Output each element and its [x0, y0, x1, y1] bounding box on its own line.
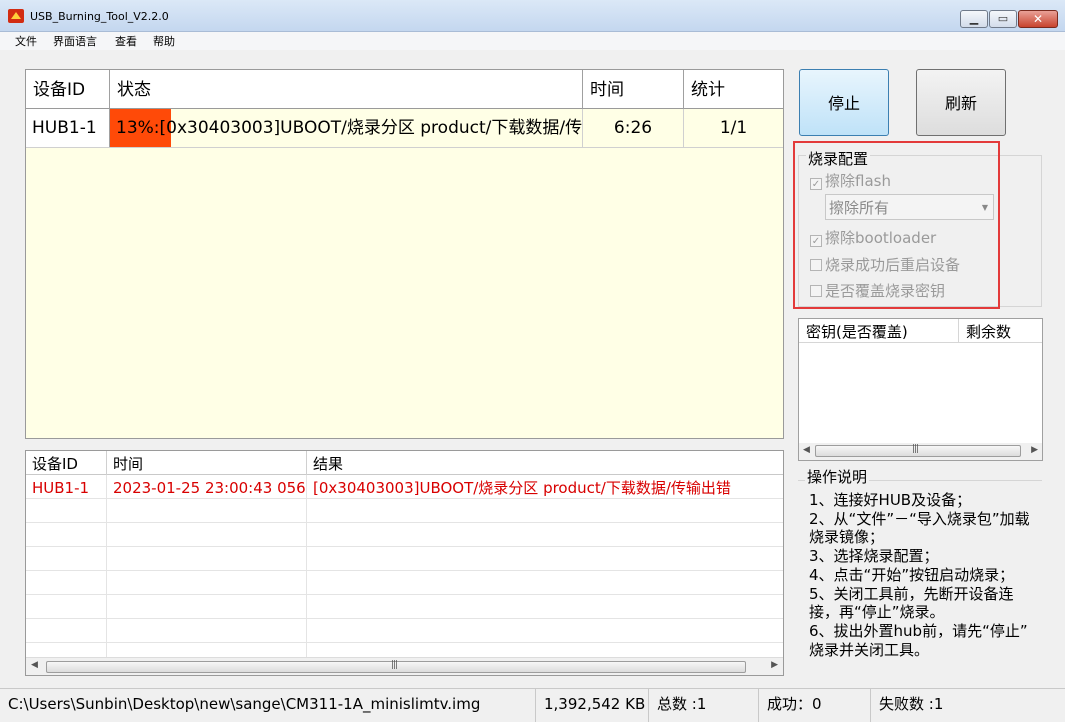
- device-count-cell: 1/1: [719, 118, 748, 138]
- image-size: 1,392,542 KB: [536, 689, 649, 722]
- menu-file[interactable]: 文件: [15, 33, 37, 49]
- empty-row: [26, 571, 783, 595]
- log-table[interactable]: 设备ID 时间 结果 HUB1-1 2023-01-25 23:00:43 05…: [25, 450, 784, 676]
- help-line: 3、选择烧录配置；: [809, 547, 939, 565]
- device-row[interactable]: HUB1-1 13%:[0x30403003]UBOOT/烧录分区 produc…: [26, 109, 783, 148]
- device-status-cell: 13%:[0x30403003]UBOOT/烧录分区 product/下载数据/…: [110, 109, 583, 147]
- refresh-button[interactable]: 刷新: [916, 69, 1006, 136]
- close-button[interactable]: ✕: [1018, 10, 1058, 28]
- header-status[interactable]: 状态: [110, 70, 583, 109]
- maximize-button[interactable]: ▭: [989, 10, 1017, 28]
- help-line: 2、从“文件”－“导入烧录包”加载: [809, 510, 1030, 528]
- total-count: 总数 :1: [649, 689, 759, 722]
- scroll-thumb[interactable]: |||: [46, 660, 746, 673]
- grip-icon: |||: [912, 444, 919, 454]
- header-device-id[interactable]: 设备ID: [26, 70, 110, 109]
- device-table-header: 设备ID 状态 时间 统计: [26, 70, 783, 109]
- device-id-cell: HUB1-1: [26, 109, 110, 147]
- minimize-icon: ▁: [969, 12, 979, 25]
- scroll-left-icon[interactable]: ◀: [31, 660, 38, 670]
- empty-row: [26, 595, 783, 619]
- scroll-right-icon[interactable]: ▶: [771, 660, 778, 670]
- key-table[interactable]: 密钥(是否覆盖) 剩余数 ◀ ||| ▶: [798, 318, 1043, 461]
- help-line: 5、关闭工具前，先断开设备连: [809, 585, 1014, 603]
- log-time: 2023-01-25 23:00:43 056: [107, 475, 307, 499]
- maximize-icon: ▭: [997, 12, 1009, 25]
- help-line: 4、点击“开始”按钮启动烧录；: [809, 566, 1015, 584]
- log-device-id: HUB1-1: [26, 475, 107, 499]
- scroll-right-icon[interactable]: ▶: [1031, 445, 1038, 455]
- menu-view[interactable]: 查看: [115, 33, 137, 49]
- help-line: 烧录并关闭工具。: [809, 641, 930, 659]
- device-status-table[interactable]: 设备ID 状态 时间 统计 HUB1-1 13%:[0x30403003]UBO…: [25, 69, 784, 439]
- log-horizontal-scrollbar[interactable]: ◀ ||| ▶: [26, 657, 783, 675]
- log-header-time[interactable]: 时间: [107, 451, 307, 475]
- grip-icon: |||: [391, 660, 398, 670]
- title-bar: USB_Burning_Tool_V2.2.0 ▁ ▭ ✕: [0, 0, 1065, 32]
- empty-row: [26, 523, 783, 547]
- menu-help[interactable]: 帮助: [153, 33, 175, 49]
- close-icon: ✕: [1032, 12, 1044, 26]
- help-group: 操作说明 1、连接好HUB及设备； 2、从“文件”－“导入烧录包”加载 烧录镜像…: [798, 466, 1042, 665]
- empty-row: [26, 499, 783, 523]
- image-path: C:\Users\Sunbin\Desktop\new\sange\CM311-…: [0, 689, 536, 722]
- failed-count: 失败数 :1: [879, 695, 944, 713]
- key-horizontal-scrollbar[interactable]: ◀ ||| ▶: [799, 443, 1042, 460]
- status-bar: C:\Users\Sunbin\Desktop\new\sange\CM311-…: [0, 688, 1065, 722]
- help-line: 6、拔出外置hub前，请先“停止”: [809, 622, 1028, 640]
- device-time-cell: 6:26: [583, 109, 684, 147]
- log-header-result[interactable]: 结果: [307, 451, 783, 475]
- app-icon: [8, 9, 24, 23]
- header-count[interactable]: 统计: [684, 70, 783, 109]
- help-line: 1、连接好HUB及设备；: [809, 491, 972, 509]
- menu-bar: 文件 界面语言 查看 帮助: [0, 32, 1065, 50]
- highlight-box: [793, 141, 1000, 309]
- success-count: 成功：0: [759, 689, 871, 722]
- key-table-header: 密钥(是否覆盖) 剩余数: [799, 319, 1042, 343]
- key-header-key[interactable]: 密钥(是否覆盖): [799, 319, 959, 343]
- log-row[interactable]: HUB1-1 2023-01-25 23:00:43 056 [0x304030…: [26, 475, 783, 499]
- minimize-button[interactable]: ▁: [960, 10, 988, 28]
- log-result: [0x30403003]UBOOT/烧录分区 product/下载数据/传输出错: [313, 479, 731, 497]
- empty-row: [26, 547, 783, 571]
- empty-row: [26, 619, 783, 643]
- menu-language[interactable]: 界面语言: [53, 33, 97, 49]
- help-line: 烧录镜像；: [809, 528, 885, 546]
- stop-button[interactable]: 停止: [799, 69, 889, 136]
- scroll-left-icon[interactable]: ◀: [803, 445, 810, 455]
- log-table-header: 设备ID 时间 结果: [26, 451, 783, 475]
- header-time[interactable]: 时间: [583, 70, 684, 109]
- key-header-remaining[interactable]: 剩余数: [959, 319, 1042, 343]
- log-header-device-id[interactable]: 设备ID: [26, 451, 107, 475]
- window-title: USB_Burning_Tool_V2.2.0: [30, 10, 169, 23]
- help-title: 操作说明: [805, 466, 870, 487]
- help-line: 接，再“停止”烧录。: [809, 603, 945, 621]
- scroll-thumb[interactable]: |||: [815, 444, 1021, 457]
